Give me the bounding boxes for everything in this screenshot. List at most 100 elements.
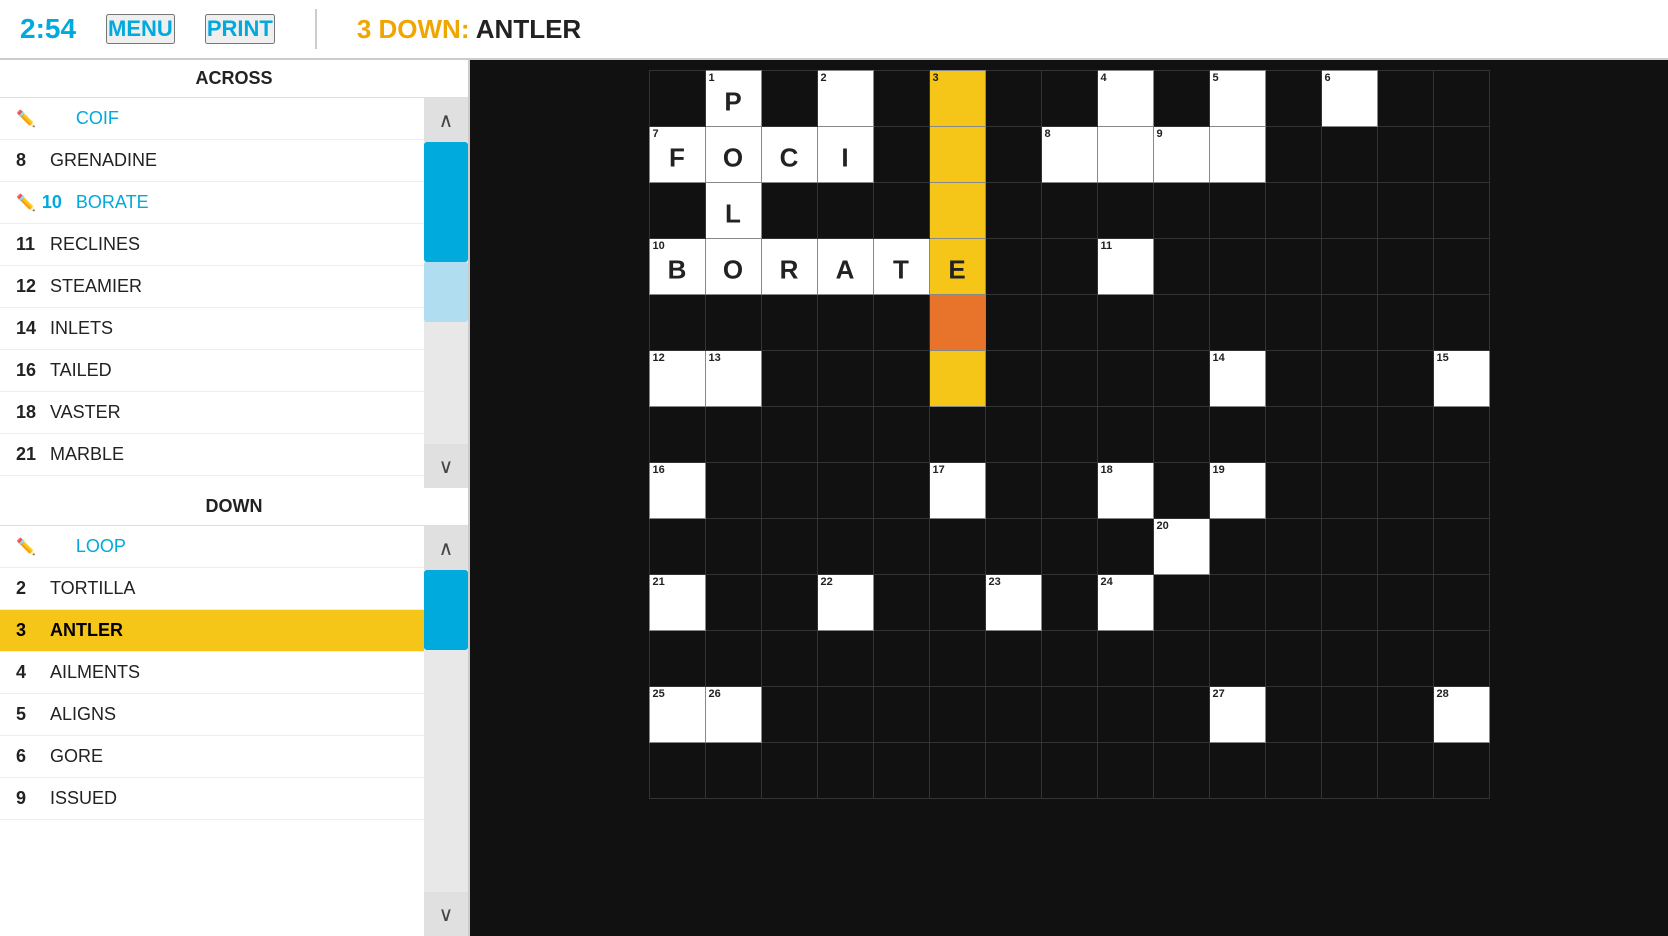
- grid-cell[interactable]: [985, 127, 1041, 183]
- grid-cell[interactable]: [1041, 519, 1097, 575]
- grid-cell[interactable]: [1433, 575, 1489, 631]
- grid-cell[interactable]: [1041, 183, 1097, 239]
- grid-cell[interactable]: [1321, 351, 1377, 407]
- grid-cell[interactable]: [985, 631, 1041, 687]
- grid-cell[interactable]: [1209, 407, 1265, 463]
- across-clue-item[interactable]: 22STINGRAY: [0, 476, 468, 488]
- grid-cell[interactable]: [817, 743, 873, 799]
- grid-cell[interactable]: [873, 351, 929, 407]
- grid-cell[interactable]: [761, 743, 817, 799]
- grid-cell[interactable]: 8: [1041, 127, 1097, 183]
- grid-cell[interactable]: [1097, 183, 1153, 239]
- grid-cell[interactable]: [1041, 463, 1097, 519]
- grid-cell[interactable]: [649, 631, 705, 687]
- grid-cell[interactable]: [761, 463, 817, 519]
- grid-cell[interactable]: [1041, 687, 1097, 743]
- grid-cell[interactable]: 23: [985, 575, 1041, 631]
- grid-cell[interactable]: [1377, 631, 1433, 687]
- grid-cell[interactable]: 17: [929, 463, 985, 519]
- grid-cell[interactable]: 19: [1209, 463, 1265, 519]
- grid-cell[interactable]: [1265, 295, 1321, 351]
- grid-cell[interactable]: [985, 407, 1041, 463]
- grid-cell[interactable]: [761, 631, 817, 687]
- grid-cell[interactable]: [761, 687, 817, 743]
- grid-cell[interactable]: [1265, 687, 1321, 743]
- grid-cell[interactable]: [1433, 463, 1489, 519]
- grid-cell[interactable]: [817, 183, 873, 239]
- grid-cell[interactable]: [1265, 743, 1321, 799]
- grid-cell[interactable]: [929, 519, 985, 575]
- grid-cell[interactable]: [985, 687, 1041, 743]
- grid-cell[interactable]: [1377, 183, 1433, 239]
- grid-cell[interactable]: [1433, 631, 1489, 687]
- across-clue-item[interactable]: 11RECLINES: [0, 224, 468, 266]
- grid-cell[interactable]: [705, 463, 761, 519]
- grid-cell[interactable]: [1265, 183, 1321, 239]
- grid-cell[interactable]: [1041, 351, 1097, 407]
- grid-cell[interactable]: 7F: [649, 127, 705, 183]
- grid-cell[interactable]: [1377, 687, 1433, 743]
- grid-cell[interactable]: [761, 351, 817, 407]
- grid-cell[interactable]: [1433, 407, 1489, 463]
- grid-cell[interactable]: [1041, 575, 1097, 631]
- grid-cell[interactable]: [1097, 351, 1153, 407]
- grid-cell[interactable]: [649, 743, 705, 799]
- grid-cell[interactable]: [1433, 743, 1489, 799]
- grid-cell[interactable]: [985, 295, 1041, 351]
- grid-cell[interactable]: [985, 519, 1041, 575]
- grid-cell[interactable]: 26: [705, 687, 761, 743]
- grid-cell[interactable]: 11: [1097, 239, 1153, 295]
- grid-cell[interactable]: [1321, 407, 1377, 463]
- grid-cell[interactable]: [929, 127, 985, 183]
- grid-cell[interactable]: [1321, 575, 1377, 631]
- grid-cell[interactable]: [873, 71, 929, 127]
- grid-cell[interactable]: [1209, 519, 1265, 575]
- down-scrollbar-thumb[interactable]: [424, 570, 468, 650]
- down-clue-item[interactable]: 9ISSUED: [0, 778, 468, 820]
- grid-cell[interactable]: [1041, 71, 1097, 127]
- grid-cell[interactable]: [929, 407, 985, 463]
- grid-cell[interactable]: E: [929, 239, 985, 295]
- grid-cell[interactable]: [817, 295, 873, 351]
- grid-cell[interactable]: [929, 295, 985, 351]
- across-clue-item[interactable]: ✏️COIF: [0, 98, 468, 140]
- grid-cell[interactable]: [1265, 71, 1321, 127]
- grid-cell[interactable]: [817, 407, 873, 463]
- grid-cell[interactable]: [1377, 239, 1433, 295]
- grid-cell[interactable]: [1265, 575, 1321, 631]
- grid-cell[interactable]: [873, 519, 929, 575]
- across-scroll-up[interactable]: ∧: [424, 98, 468, 142]
- grid-cell[interactable]: 16: [649, 463, 705, 519]
- grid-cell[interactable]: [1209, 743, 1265, 799]
- grid-cell[interactable]: [1097, 127, 1153, 183]
- across-scrollbar-thumb-light[interactable]: [424, 262, 468, 322]
- grid-cell[interactable]: [1377, 407, 1433, 463]
- across-clue-item[interactable]: ✏️10BORATE: [0, 182, 468, 224]
- grid-cell[interactable]: [1265, 407, 1321, 463]
- grid-cell[interactable]: [1377, 519, 1433, 575]
- grid-cell[interactable]: [1433, 127, 1489, 183]
- grid-cell[interactable]: [1153, 183, 1209, 239]
- grid-cell[interactable]: [761, 575, 817, 631]
- grid-cell[interactable]: [985, 71, 1041, 127]
- grid-cell[interactable]: [817, 687, 873, 743]
- grid-cell[interactable]: T: [873, 239, 929, 295]
- grid-cell[interactable]: [1097, 631, 1153, 687]
- across-scrollbar-thumb[interactable]: [424, 142, 468, 262]
- grid-cell[interactable]: [1377, 743, 1433, 799]
- grid-cell[interactable]: [1265, 127, 1321, 183]
- grid-cell[interactable]: [1153, 71, 1209, 127]
- grid-cell[interactable]: [873, 631, 929, 687]
- across-clue-item[interactable]: 12STEAMIER: [0, 266, 468, 308]
- grid-cell[interactable]: [1153, 295, 1209, 351]
- across-scroll-down[interactable]: ∨: [424, 444, 468, 488]
- grid-cell[interactable]: 14: [1209, 351, 1265, 407]
- grid-cell[interactable]: [817, 351, 873, 407]
- grid-cell[interactable]: [1321, 463, 1377, 519]
- grid-cell[interactable]: [761, 407, 817, 463]
- grid-cell[interactable]: [1321, 687, 1377, 743]
- grid-cell[interactable]: [1321, 127, 1377, 183]
- grid-cell[interactable]: [929, 183, 985, 239]
- grid-cell[interactable]: 27: [1209, 687, 1265, 743]
- grid-cell[interactable]: [649, 295, 705, 351]
